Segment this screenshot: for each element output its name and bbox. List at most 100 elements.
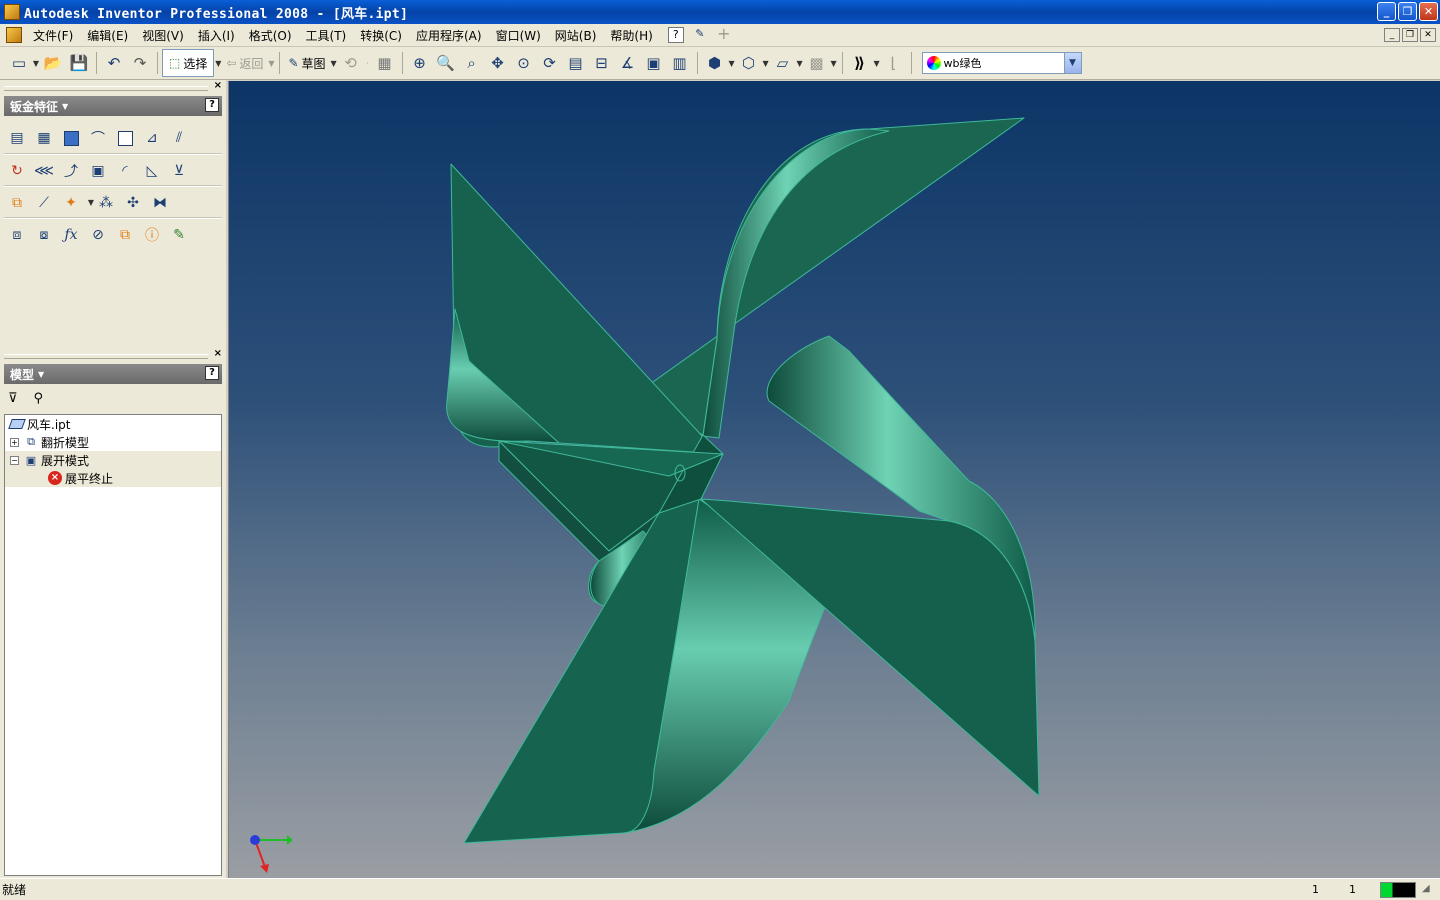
sketch-2d-icon[interactable]: ⟋ (33, 192, 55, 214)
styles-dropdown-arrow[interactable]: ▼ (873, 59, 881, 68)
panel-dropdown-icon[interactable]: ▼ (38, 370, 44, 379)
measure-angle-icon[interactable]: ∡ (616, 51, 640, 75)
title-bar[interactable]: Autodesk Inventor Professional 2008 - [风… (0, 0, 1440, 24)
update-dropdown-arrow[interactable]: · (364, 59, 372, 68)
section-view-dropdown-arrow[interactable]: ▼ (830, 59, 838, 68)
menu-window[interactable]: 窗口(W) (489, 27, 548, 44)
corner-seam-icon[interactable]: ⋘ (33, 160, 55, 182)
menu-view[interactable]: 视图(V) (135, 27, 191, 44)
doc-restore-button[interactable]: ❐ (1402, 28, 1418, 42)
measure-area-icon[interactable]: ▥ (668, 51, 692, 75)
menu-convert[interactable]: 转换(C) (353, 27, 409, 44)
decal-icon[interactable]: ✎ (168, 224, 190, 246)
zoom-window-icon[interactable]: ⌕ (460, 51, 484, 75)
menu-website[interactable]: 网站(B) (548, 27, 604, 44)
info-icon[interactable]: ⓘ (141, 224, 163, 246)
sheetmetal-panel-header[interactable]: 钣金特征 ▼ ? (4, 96, 222, 116)
work-feature-dropdown-arrow[interactable]: ▼ (87, 198, 95, 207)
rectangular-pattern-icon[interactable]: ⁂ (95, 192, 117, 214)
update-icon[interactable]: ⟲ (339, 51, 363, 75)
doc-minimize-button[interactable]: _ (1384, 28, 1400, 42)
thicken-icon[interactable]: ⧈ (6, 224, 28, 246)
bend-icon[interactable]: ⤴ (60, 160, 82, 182)
derived-component-icon[interactable]: ⧉ (6, 192, 28, 214)
ground-shadow-dropdown-arrow[interactable]: ▼ (796, 59, 804, 68)
suppress-icon[interactable]: ⊘ (87, 224, 109, 246)
display-mode-dropdown-arrow[interactable]: ▼ (728, 59, 736, 68)
styles-icon[interactable]: ▤ (6, 127, 28, 149)
corner-chamfer-icon[interactable]: ◜ (114, 160, 136, 182)
panel-close-icon[interactable]: × (214, 80, 222, 91)
create-ipart-icon[interactable]: ⧉ (114, 224, 136, 246)
flat-pattern-icon[interactable]: ▦ (33, 127, 55, 149)
rotate-icon[interactable]: ⟳ (538, 51, 562, 75)
display-mode-icon[interactable]: ⬢ (703, 51, 727, 75)
project-icon[interactable]: ▦ (373, 51, 397, 75)
panel-close-icon[interactable]: × (214, 348, 222, 359)
menu-edit[interactable]: 编辑(E) (80, 27, 135, 44)
zoom-selected-icon[interactable]: ⊙ (512, 51, 536, 75)
color-style-select[interactable]: wb绿色 ▼ (921, 52, 1082, 74)
section-view-icon[interactable]: ▩ (805, 51, 829, 75)
tree-row-folded-model[interactable]: + ⧉ 翻折模型 (5, 433, 221, 451)
zoom-all-icon[interactable]: ⊕ (408, 51, 432, 75)
whats-this-icon[interactable]: ✎ (692, 27, 708, 43)
tree-row-flat-pattern[interactable]: − ▣ 展开模式 (5, 451, 221, 469)
camera-view-dropdown-arrow[interactable]: ▼ (762, 59, 770, 68)
panel-help-icon[interactable]: ? (205, 366, 219, 380)
find-icon[interactable]: ⚲ (34, 391, 44, 406)
measure-distance-icon[interactable]: ⊟ (590, 51, 614, 75)
menu-file[interactable]: 文件(F) (26, 27, 80, 44)
model-panel-header[interactable]: 模型 ▼ ? (4, 364, 222, 384)
panel-dropdown-icon[interactable]: ▼ (62, 102, 68, 111)
tree-row-end-of-flat[interactable]: × 展平终止 (5, 469, 221, 487)
flange-icon[interactable]: ⊿ (141, 127, 163, 149)
redo-icon[interactable]: ↷ (128, 51, 152, 75)
unfold-icon[interactable]: ⊻ (168, 160, 190, 182)
menu-insert[interactable]: 插入(I) (191, 27, 242, 44)
new-icon[interactable]: ▭ (7, 51, 31, 75)
open-icon[interactable]: 📂 (41, 51, 65, 75)
camera-view-icon[interactable]: ⬡ (737, 51, 761, 75)
doc-close-button[interactable]: ✕ (1420, 28, 1436, 42)
expand-icon[interactable]: + (10, 437, 19, 447)
parameters-icon[interactable]: ƒx (60, 224, 82, 246)
return-button[interactable]: ⇦ 返回 (222, 50, 267, 76)
cut-icon[interactable] (114, 127, 136, 149)
panel-help-icon[interactable]: ? (205, 98, 219, 112)
filter-icon[interactable]: ⊽ (8, 391, 18, 406)
add-icon[interactable]: + (716, 26, 732, 43)
contour-flange-icon[interactable]: ⌒ (87, 127, 109, 149)
resize-grip-icon[interactable]: ◢ (1422, 883, 1436, 897)
face-icon[interactable] (60, 127, 82, 149)
inventor-app-icon[interactable] (4, 4, 20, 20)
look-at-icon[interactable]: ▤ (564, 51, 588, 75)
work-point-icon[interactable]: ✦ (60, 192, 82, 214)
save-icon[interactable]: 💾 (67, 51, 91, 75)
graphics-viewport[interactable] (228, 81, 1440, 878)
pan-icon[interactable]: ✥ (486, 51, 510, 75)
sketch-button[interactable]: ✎ 草图 (284, 50, 329, 76)
menu-applications[interactable]: 应用程序(A) (409, 27, 489, 44)
zoom-icon[interactable]: 🔍 (434, 51, 458, 75)
select-button[interactable]: ⬚ 选择 (162, 49, 215, 77)
panel-grip[interactable]: × (4, 348, 222, 362)
panel-grip[interactable]: × (4, 80, 222, 94)
sheet-metal-styles-icon[interactable]: ⟫ (848, 51, 872, 75)
restore-button[interactable]: ❐ (1398, 2, 1417, 21)
minimize-button[interactable]: _ (1377, 2, 1396, 21)
menu-help[interactable]: 帮助(H) (603, 27, 659, 44)
fold-icon[interactable]: ↻ (6, 160, 28, 182)
mirror-icon[interactable]: ⧓ (149, 192, 171, 214)
tree-row-part[interactable]: 风车.ipt (5, 415, 221, 433)
punch-tool-icon[interactable]: ◺ (141, 160, 163, 182)
ground-shadow-icon[interactable]: ▱ (771, 51, 795, 75)
sketch-dropdown-arrow[interactable]: ▼ (330, 59, 338, 68)
close-button[interactable]: ✕ (1419, 2, 1438, 21)
new-dropdown-arrow[interactable]: ▼ (32, 59, 40, 68)
corner-round-icon[interactable]: ▣ (87, 160, 109, 182)
measure-loop-icon[interactable]: ▣ (642, 51, 666, 75)
flat-pattern-toggle-icon[interactable]: ⌊ (882, 51, 906, 75)
shell-icon[interactable]: ⧇ (33, 224, 55, 246)
menu-format[interactable]: 格式(O) (242, 27, 299, 44)
